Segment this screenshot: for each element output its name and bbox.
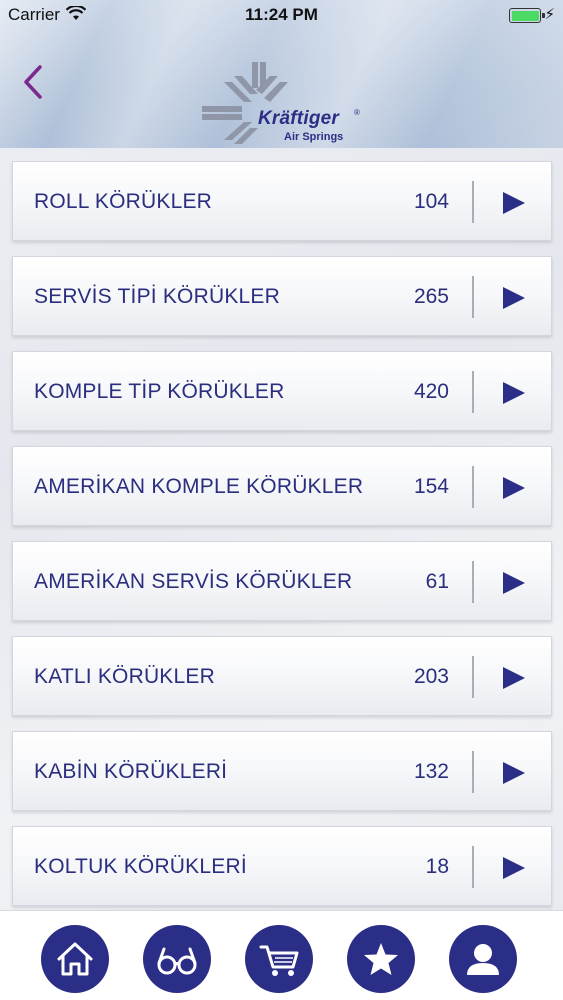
- category-list: ROLL KÖRÜKLER 104 SERVİS TİPİ KÖRÜKLER 2…: [0, 148, 563, 910]
- play-arrow-icon[interactable]: [503, 667, 525, 689]
- category-count: 132: [413, 760, 449, 783]
- category-label: AMERİKAN KOMPLE KÖRÜKLER: [34, 475, 364, 498]
- star-icon: [364, 943, 398, 975]
- logo-wordmark: Kräftiger: [258, 108, 339, 129]
- clock: 11:24 PM: [245, 5, 318, 24]
- play-arrow-icon[interactable]: [503, 287, 525, 309]
- category-label: SERVİS TİPİ KÖRÜKLER: [34, 285, 280, 308]
- logo-subtitle: Air Springs: [284, 131, 344, 143]
- glasses-icon: [157, 947, 197, 975]
- tab-bar: [0, 910, 563, 1000]
- logo-registered: ®: [354, 108, 360, 117]
- play-arrow-icon[interactable]: [503, 572, 525, 594]
- category-count: 203: [413, 665, 449, 688]
- cart-icon: [259, 945, 299, 976]
- category-label: ROLL KÖRÜKLER: [34, 190, 213, 213]
- tab-cart[interactable]: [245, 925, 313, 993]
- user-icon: [467, 944, 499, 975]
- charging-icon: ⚡: [544, 6, 555, 23]
- category-row-amerikan-komple[interactable]: AMERİKAN KOMPLE KÖRÜKLER 154: [12, 446, 552, 526]
- category-count: 104: [413, 190, 449, 213]
- category-row-katli[interactable]: KATLI KÖRÜKLER 203: [12, 636, 552, 716]
- row-divider: [472, 751, 474, 793]
- tab-profile[interactable]: [449, 925, 517, 993]
- tab-favorites[interactable]: [347, 925, 415, 993]
- category-count: 265: [413, 285, 449, 308]
- row-divider: [472, 846, 474, 888]
- tab-home[interactable]: [41, 925, 109, 993]
- chevron-left-icon[interactable]: [18, 62, 48, 102]
- row-divider: [472, 656, 474, 698]
- play-arrow-icon[interactable]: [503, 382, 525, 404]
- row-divider: [472, 371, 474, 413]
- category-label: AMERİKAN SERVİS KÖRÜKLER: [34, 570, 353, 593]
- play-arrow-icon[interactable]: [503, 192, 525, 214]
- tab-glasses[interactable]: [143, 925, 211, 993]
- category-count: 154: [413, 475, 449, 498]
- battery-icon: [509, 8, 545, 23]
- category-count: 420: [413, 380, 449, 403]
- category-count: 18: [425, 855, 449, 878]
- category-row-amerikan-servis[interactable]: AMERİKAN SERVİS KÖRÜKLER 61: [12, 541, 552, 621]
- category-row-kabin[interactable]: KABİN KÖRÜKLERİ 132: [12, 731, 552, 811]
- category-label: KATLI KÖRÜKLER: [34, 665, 215, 688]
- category-label: KABİN KÖRÜKLERİ: [34, 760, 228, 783]
- row-divider: [472, 561, 474, 603]
- row-divider: [472, 466, 474, 508]
- category-row-servis-tipi[interactable]: SERVİS TİPİ KÖRÜKLER 265: [12, 256, 552, 336]
- play-arrow-icon[interactable]: [503, 762, 525, 784]
- category-row-komple-tip[interactable]: KOMPLE TİP KÖRÜKLER 420: [12, 351, 552, 431]
- status-bar: Carrier 11:24 PM ⚡: [0, 0, 563, 30]
- play-arrow-icon[interactable]: [503, 477, 525, 499]
- category-row-koltuk[interactable]: KOLTUK KÖRÜKLERİ 18: [12, 826, 552, 906]
- category-label: KOMPLE TİP KÖRÜKLER: [34, 380, 285, 403]
- category-label: KOLTUK KÖRÜKLERİ: [34, 855, 247, 878]
- home-icon: [57, 942, 93, 976]
- row-divider: [472, 181, 474, 223]
- category-row-roll[interactable]: ROLL KÖRÜKLER 104: [12, 161, 552, 241]
- header: Carrier 11:24 PM ⚡ Kräftiger ® Air Sprin…: [0, 0, 563, 148]
- row-divider: [472, 276, 474, 318]
- category-count: 61: [425, 570, 449, 593]
- play-arrow-icon[interactable]: [503, 857, 525, 879]
